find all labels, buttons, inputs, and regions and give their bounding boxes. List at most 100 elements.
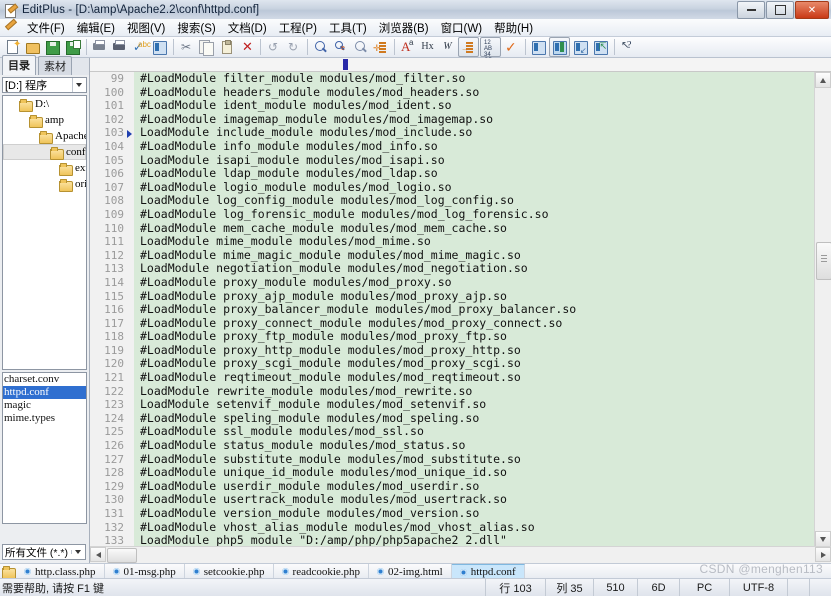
file-list-item[interactable]: httpd.conf (3, 386, 86, 399)
code-line[interactable]: 112 #LoadModule mime_magic_module modules… (90, 248, 815, 263)
doc-tab-readcookie-php[interactable]: readcookie.php (274, 564, 370, 579)
code-line[interactable]: 113 LoadModule negotiation_module modules… (90, 262, 815, 276)
file-list-item[interactable]: mime.types (3, 412, 86, 425)
code-line[interactable]: 128 #LoadModule unique_id_module modules/… (90, 466, 815, 480)
scroll-up-button[interactable] (815, 72, 831, 88)
bookmark-marker[interactable] (127, 72, 134, 86)
bookmark-marker[interactable] (127, 316, 134, 331)
bookmark-marker[interactable] (127, 85, 134, 100)
tree-node-apache22[interactable]: Apache2.2 (3, 128, 86, 144)
scroll-right-button[interactable] (815, 547, 831, 562)
replace-icon[interactable]: e (331, 38, 350, 56)
doc-tab-01-msg-php[interactable]: 01-msg.php (105, 564, 185, 579)
delete-icon[interactable]: ✕ (237, 38, 256, 56)
hex-view-icon[interactable]: Hx (418, 38, 437, 56)
code-line[interactable]: 125 #LoadModule ssl_module modules/mod_ss… (90, 425, 815, 440)
code-line[interactable]: 126 #LoadModule status_module modules/mod… (90, 438, 815, 453)
code-line[interactable]: 114 #LoadModule proxy_module modules/mod_… (90, 275, 815, 290)
close-button[interactable]: ✕ (795, 1, 829, 19)
code-line[interactable]: 103 LoadModule include_module modules/mod… (90, 126, 815, 140)
bookmark-marker[interactable] (127, 139, 134, 154)
code-text-area[interactable]: 99 #LoadModule filter_module modules/mod_… (90, 72, 815, 547)
redo-icon[interactable]: ↻ (284, 38, 303, 56)
bookmark-marker[interactable] (127, 235, 134, 249)
bookmark-marker[interactable] (127, 167, 134, 181)
bookmark-marker[interactable] (127, 303, 134, 317)
fullscreen-icon[interactable]: ⇱ (591, 38, 610, 56)
code-line[interactable]: 130 #LoadModule usertrack_module modules/… (90, 493, 815, 507)
code-line[interactable]: 132 #LoadModule vhost_alias_module module… (90, 520, 815, 535)
spellcheck-icon[interactable]: ✓ abc (130, 38, 151, 56)
file-list[interactable]: charset.conv httpd.conf magic mime.types (2, 372, 87, 524)
code-line[interactable]: 131 #LoadModule version_module modules/mo… (90, 506, 815, 521)
code-line[interactable]: 105 LoadModule isapi_module modules/mod_i… (90, 153, 815, 168)
toggle-output-panel-icon[interactable] (549, 37, 570, 57)
print-icon[interactable] (110, 38, 129, 56)
file-list-item[interactable]: magic (3, 399, 86, 412)
indent-icon[interactable]: → (458, 37, 479, 57)
open-file-icon[interactable] (23, 38, 42, 56)
bookmark-marker[interactable] (127, 194, 134, 208)
code-line[interactable]: 123 LoadModule setenvif_module modules/mo… (90, 398, 815, 412)
bookmark-marker[interactable] (127, 479, 134, 494)
code-line[interactable]: 100 #LoadModule headers_module modules/mo… (90, 85, 815, 100)
code-line[interactable]: 99 #LoadModule filter_module modules/mod_… (90, 72, 815, 86)
bookmark-marker[interactable] (127, 207, 134, 222)
doc-tab-02-img-html[interactable]: 02-img.html (369, 564, 452, 579)
tree-node-amp[interactable]: amp (3, 112, 86, 128)
minimize-button[interactable] (737, 1, 765, 19)
code-line[interactable]: 124 #LoadModule speling_module modules/mo… (90, 411, 815, 426)
code-line[interactable]: 116 #LoadModule proxy_balancer_module mod… (90, 302, 815, 317)
bookmark-marker[interactable] (127, 221, 134, 236)
code-line[interactable]: 115 #LoadModule proxy_ajp_module modules/… (90, 289, 815, 304)
find-next-icon[interactable] (351, 38, 370, 56)
menu-item-window[interactable]: 窗口(W) (435, 19, 489, 37)
bookmark-marker[interactable] (127, 112, 134, 127)
bookmark-marker[interactable] (127, 452, 134, 467)
menu-item-file[interactable]: 文件(F) (21, 19, 71, 37)
folder-tree[interactable]: D:\ amp Apache2.2 conf extra original (2, 95, 87, 370)
code-line[interactable]: 118 #LoadModule proxy_ftp_module modules/… (90, 330, 815, 344)
menu-item-browser[interactable]: 浏览器(B) (373, 19, 435, 37)
code-line[interactable]: 127 #LoadModule substitute_module modules… (90, 452, 815, 467)
code-line[interactable]: 107 #LoadModule logio_module modules/mod_… (90, 180, 815, 195)
bookmark-marker[interactable] (127, 384, 134, 399)
file-filter-selector[interactable]: 所有文件 (*.*) (2, 544, 86, 560)
horizontal-scroll-thumb[interactable] (107, 548, 137, 563)
toggle-directory-panel-icon[interactable] (529, 38, 548, 56)
code-line[interactable]: 122 LoadModule rewrite_module modules/mod… (90, 384, 815, 399)
scroll-left-button[interactable] (90, 547, 106, 562)
code-line[interactable]: 110 #LoadModule mem_cache_module modules/… (90, 221, 815, 236)
bookmark-marker[interactable] (127, 248, 134, 263)
bookmark-marker[interactable] (127, 507, 134, 521)
bookmark-marker[interactable] (127, 262, 134, 276)
bookmark-marker[interactable] (127, 371, 134, 385)
line-numbers-icon[interactable]: 12 AB34 CD (480, 37, 501, 64)
vertical-scrollbar[interactable] (814, 72, 831, 547)
menu-item-search[interactable]: 搜索(S) (171, 19, 221, 37)
bookmark-marker[interactable] (127, 126, 134, 140)
bookmark-marker[interactable] (127, 330, 134, 344)
chevron-down-icon[interactable] (72, 78, 84, 92)
menu-item-tools[interactable]: 工具(T) (323, 19, 373, 37)
browser-preview-icon[interactable] (150, 38, 169, 56)
code-line[interactable]: 109 #LoadModule log_forensic_module modul… (90, 207, 815, 222)
undo-icon[interactable]: ↺ (264, 38, 283, 56)
code-line[interactable]: 106 #LoadModule ldap_module modules/mod_l… (90, 167, 815, 181)
word-wrap-icon[interactable]: W (438, 38, 457, 56)
save-icon[interactable] (43, 38, 62, 56)
bookmark-marker[interactable] (127, 180, 134, 195)
tree-node-conf[interactable]: conf (3, 144, 86, 160)
toggle-clipbook-icon[interactable]: ↙ (571, 38, 590, 56)
bookmark-marker[interactable] (127, 411, 134, 426)
menu-item-project[interactable]: 工程(P) (273, 19, 323, 37)
code-line[interactable]: 108 LoadModule log_config_module modules/… (90, 194, 815, 208)
doc-tab-setcookie-php[interactable]: setcookie.php (185, 564, 274, 579)
bookmark-marker[interactable] (127, 466, 134, 480)
menu-item-document[interactable]: 文档(D) (222, 19, 273, 37)
find-icon[interactable] (311, 38, 330, 56)
new-file-icon[interactable]: ✦ (3, 38, 22, 56)
horizontal-scrollbar[interactable] (90, 546, 831, 563)
bookmark-marker[interactable] (127, 275, 134, 290)
sidebar-tab-material[interactable]: 素材 (38, 56, 72, 75)
